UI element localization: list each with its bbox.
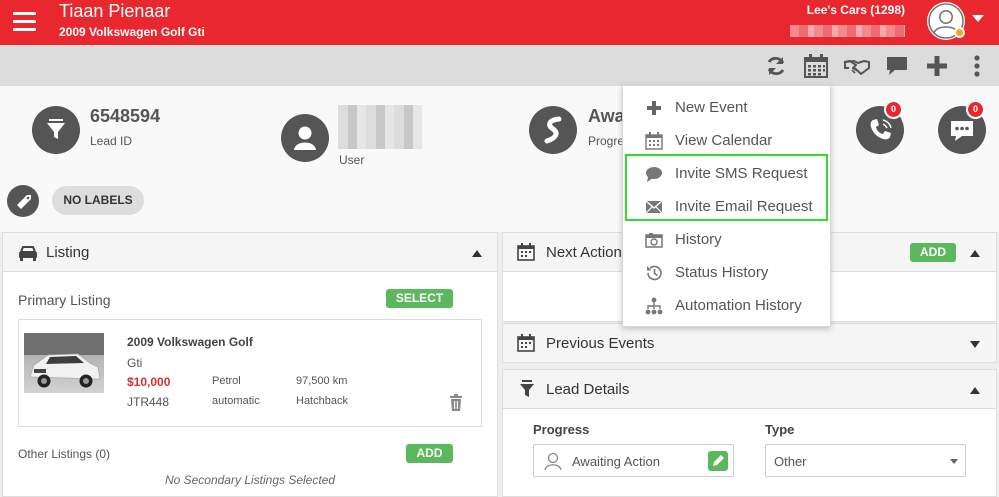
menu-item-status-history[interactable]: Status History xyxy=(623,256,831,289)
calendar-icon xyxy=(517,334,535,352)
car-registration: JTR448 xyxy=(127,395,170,409)
more-vertical-icon[interactable] xyxy=(970,54,984,78)
progress-field-value: Awaiting Action xyxy=(572,454,660,469)
lead-details-title: Lead Details xyxy=(546,381,630,398)
user-icon xyxy=(294,126,316,150)
previous-events-title: Previous Events xyxy=(546,335,655,352)
car-photo xyxy=(24,333,104,393)
calendar-icon xyxy=(517,243,535,261)
primary-listing-label: Primary Listing xyxy=(18,292,111,308)
plus-icon xyxy=(647,101,661,115)
top-bar: Tiaan Pienaar 2009 Volkswagen Golf Gti L… xyxy=(0,0,999,45)
edit-progress-button[interactable] xyxy=(708,451,728,471)
car-transmission: automatic xyxy=(212,395,260,407)
status-dot xyxy=(954,27,965,38)
car-price: $10,000 xyxy=(127,375,171,389)
type-field-label: Type xyxy=(765,422,795,437)
calendar-icon xyxy=(645,132,663,150)
progress-field-label: Progress xyxy=(533,422,590,437)
hamburger-menu-icon[interactable] xyxy=(13,12,36,32)
car-body-type: Hatchback xyxy=(296,395,348,407)
progress-badge xyxy=(529,106,577,154)
user-outline-icon xyxy=(544,452,562,471)
calendar-icon[interactable] xyxy=(804,54,828,78)
listing-title: Listing xyxy=(46,244,90,261)
funnel-icon xyxy=(520,380,534,397)
plus-icon[interactable] xyxy=(925,54,949,78)
menu-item-label: New Event xyxy=(675,99,748,116)
chat-icon[interactable] xyxy=(885,54,909,78)
refresh-icon[interactable] xyxy=(764,54,788,78)
menu-item-view-calendar[interactable]: View Calendar xyxy=(623,124,831,157)
account-caret-down-icon[interactable] xyxy=(972,15,984,22)
invite-options-highlight xyxy=(625,154,828,221)
car-icon xyxy=(19,246,37,261)
dealer-name: Lee's Cars (1298) xyxy=(806,3,905,17)
menu-item-label: History xyxy=(675,231,722,248)
other-listings-label: Other Listings (0) xyxy=(18,447,111,461)
type-select[interactable]: Other xyxy=(765,444,966,477)
menu-item-new-event[interactable]: New Event xyxy=(623,91,831,124)
select-listing-button[interactable]: SELECT xyxy=(386,289,453,308)
progress-value: Awa xyxy=(588,106,625,126)
next-action-title: Next Action xyxy=(546,244,622,261)
previous-events-header[interactable]: Previous Events xyxy=(502,323,997,363)
car-variant: Gti xyxy=(127,356,143,370)
no-labels-button[interactable]: NO LABELS xyxy=(52,186,144,215)
collapse-caret-icon[interactable] xyxy=(970,250,980,257)
messages-count-badge: 0 xyxy=(966,100,985,119)
calls-count-badge: 0 xyxy=(884,100,903,119)
add-next-action-button[interactable]: ADD xyxy=(910,243,956,262)
type-select-value: Other xyxy=(774,454,807,469)
blurred-user-name xyxy=(338,105,422,149)
progress-label: Progre xyxy=(588,134,625,148)
trash-icon[interactable] xyxy=(449,394,463,411)
car-name: 2009 Volkswagen Golf xyxy=(127,335,253,349)
lead-id-label: Lead ID xyxy=(90,134,133,148)
user-label: User xyxy=(339,153,365,167)
tag-button[interactable] xyxy=(7,185,39,217)
lead-name: Tiaan Pienaar xyxy=(59,1,171,21)
collapse-caret-icon[interactable] xyxy=(472,250,482,257)
pencil-icon xyxy=(713,455,724,466)
action-toolbar xyxy=(0,45,999,86)
listing-panel-header[interactable]: Listing xyxy=(2,232,498,272)
progress-field[interactable]: Awaiting Action xyxy=(533,444,734,477)
menu-item-automation-history[interactable]: Automation History xyxy=(623,289,831,322)
add-listing-button[interactable]: ADD xyxy=(406,444,453,463)
collapse-caret-icon[interactable] xyxy=(970,387,980,394)
select-caret-icon xyxy=(950,459,958,464)
history-icon xyxy=(647,265,662,281)
road-icon xyxy=(544,116,562,144)
lead-id-badge xyxy=(32,106,80,154)
car-mileage: 97,500 km xyxy=(296,375,348,387)
funnel-icon xyxy=(47,119,65,139)
camera-icon xyxy=(645,233,663,248)
lead-details-header[interactable]: Lead Details xyxy=(502,369,997,409)
lead-id-value: 6548594 xyxy=(90,106,161,126)
menu-item-history[interactable]: History xyxy=(623,223,831,256)
menu-item-label: Status History xyxy=(675,264,769,281)
blurred-user-email xyxy=(790,25,905,37)
handshake-icon[interactable] xyxy=(844,54,870,78)
menu-item-label: Automation History xyxy=(675,297,802,314)
empty-listings-text: No Secondary Listings Selected xyxy=(164,473,336,487)
tag-icon xyxy=(17,195,31,209)
lead-vehicle: 2009 Volkswagen Golf Gti xyxy=(59,25,205,39)
user-badge xyxy=(281,114,329,162)
sitemap-icon xyxy=(645,297,663,315)
menu-item-label: View Calendar xyxy=(675,132,773,149)
expand-caret-icon[interactable] xyxy=(970,341,980,348)
car-fuel: Petrol xyxy=(212,375,241,387)
